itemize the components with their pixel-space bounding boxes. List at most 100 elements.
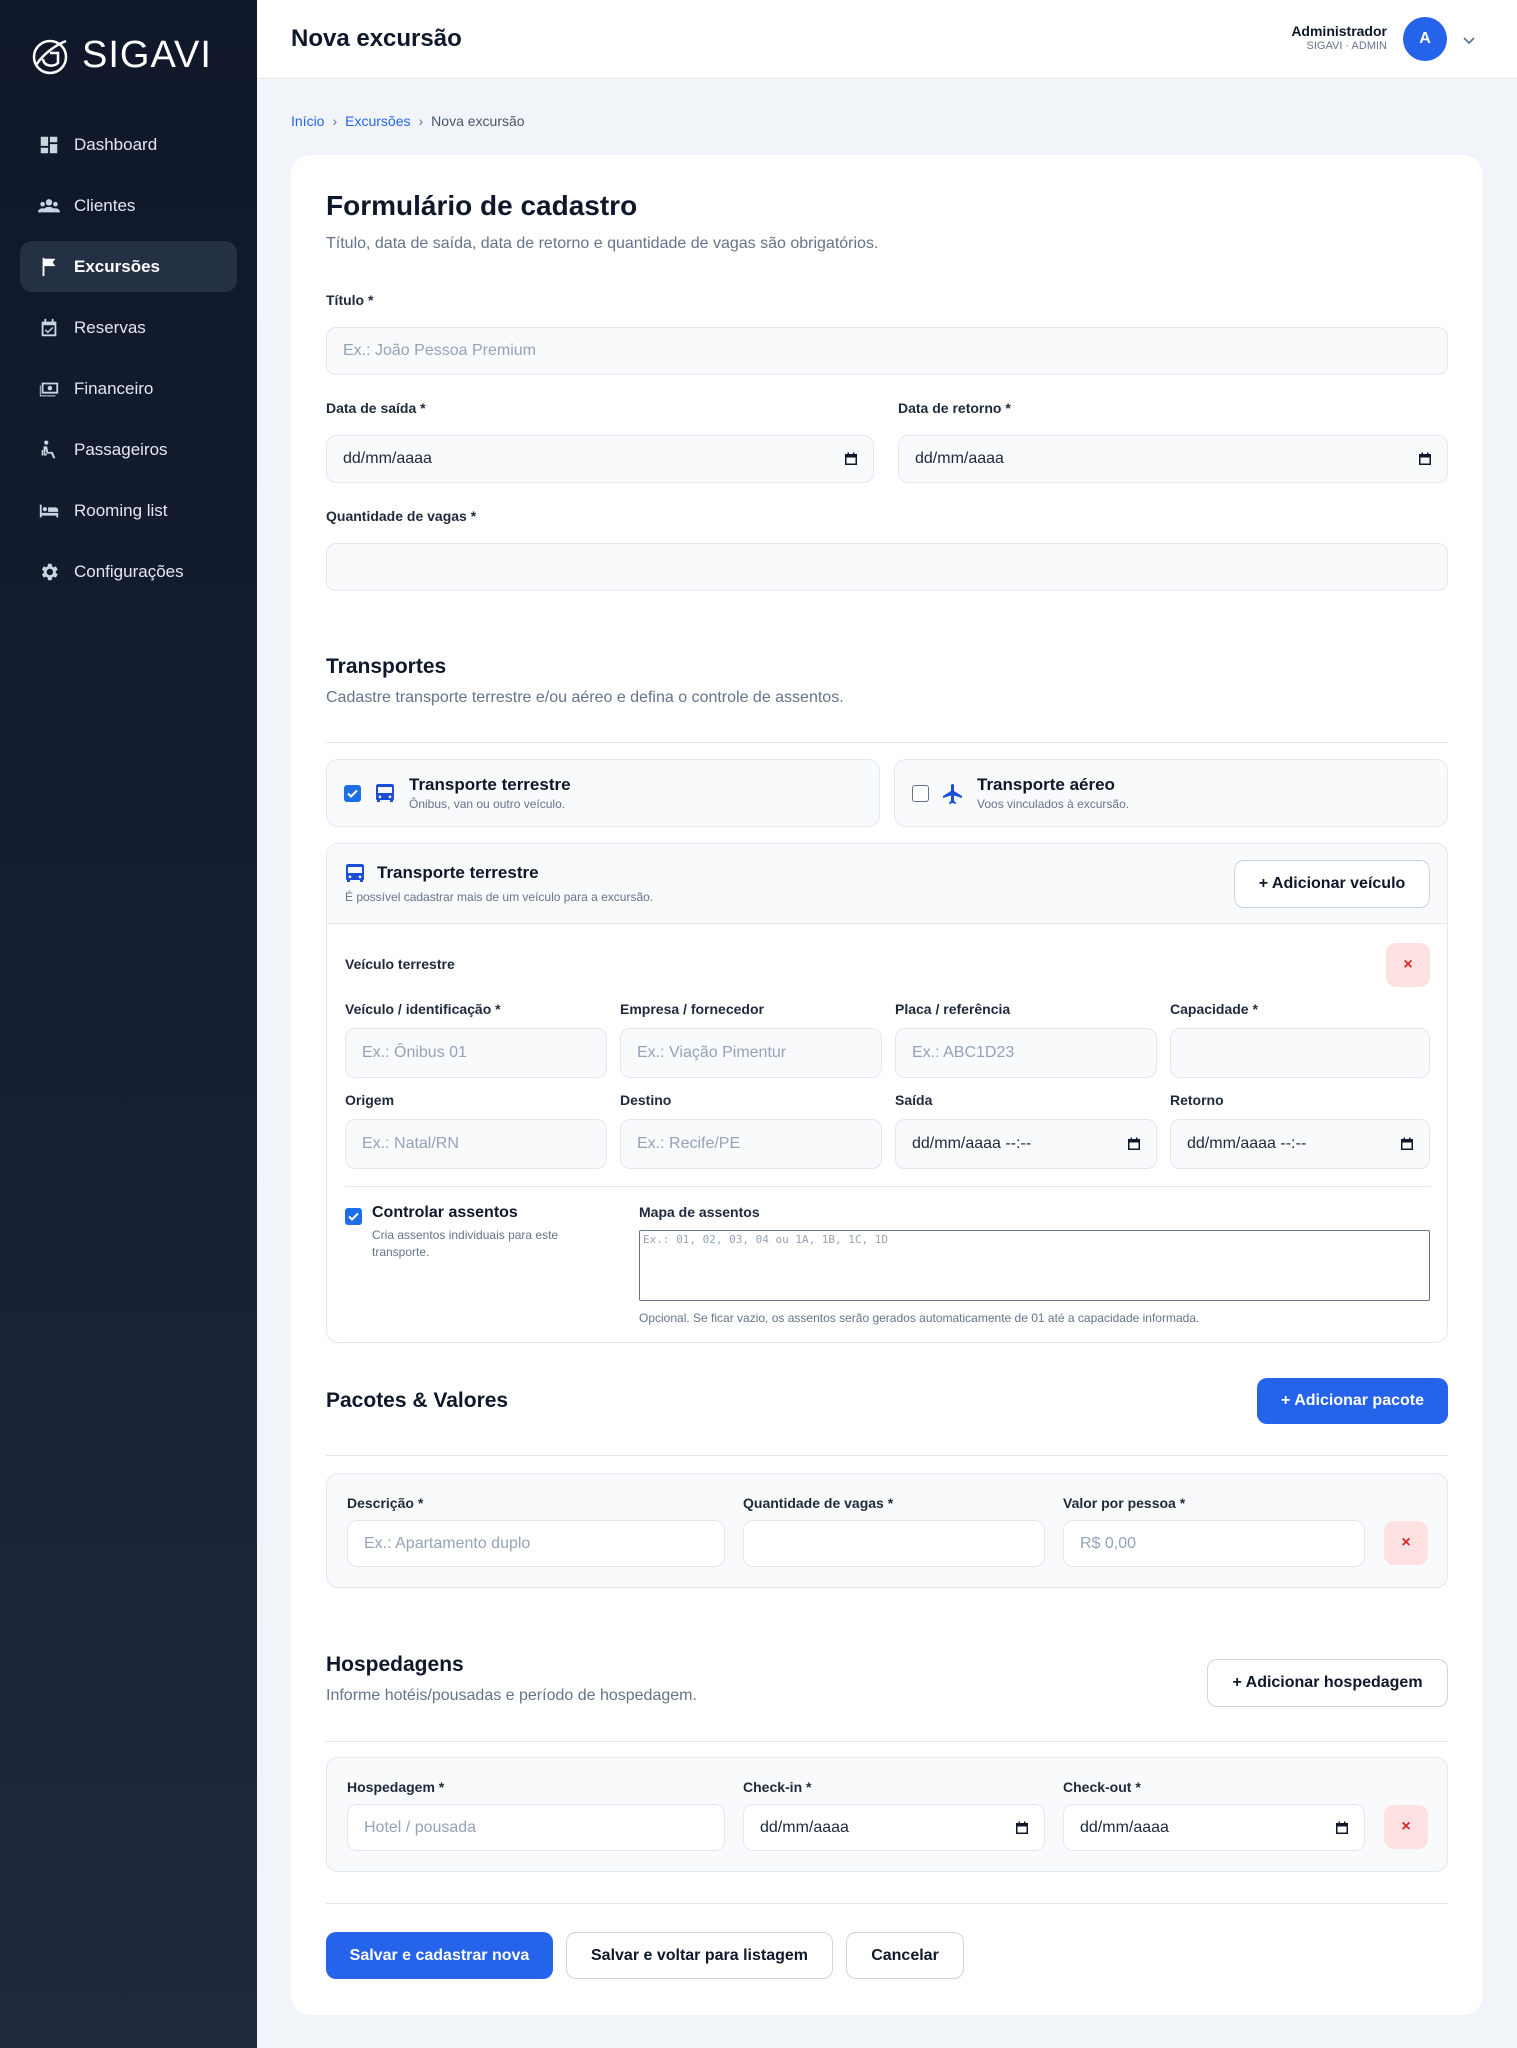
form-title: Formulário de cadastro	[326, 190, 638, 221]
sidebar-item-reservas[interactable]: Reservas	[20, 302, 237, 353]
calendar-check-icon	[38, 317, 60, 339]
terrestre-panel-title: Transporte terrestre	[377, 863, 539, 882]
hospedagens-title: Hospedagens	[326, 1653, 464, 1676]
titulo-label: Título *	[326, 292, 374, 308]
controlar-assentos-checkbox[interactable]	[345, 1208, 362, 1225]
sidebar-item-configuracoes[interactable]: Configurações	[20, 546, 237, 597]
gear-icon	[38, 561, 60, 583]
pacote-vagas-label: Quantidade de vagas *	[743, 1495, 894, 1511]
chevron-down-icon[interactable]	[1461, 32, 1477, 48]
add-vehicle-button[interactable]: + Adicionar veículo	[1234, 860, 1430, 908]
hospedagem-input[interactable]: Hotel / pousada	[347, 1804, 725, 1851]
breadcrumb-current: Nova excursão	[431, 113, 525, 129]
terrestre-checkbox[interactable]	[344, 785, 361, 802]
saida-label: Data de saída *	[326, 400, 426, 416]
breadcrumb-home[interactable]: Início	[291, 113, 324, 129]
calendar-icon[interactable]	[1126, 1136, 1142, 1152]
breadcrumb-separator: ›	[332, 113, 338, 129]
transportes-subtitle: Cadastre transporte terrestre e/ou aéreo…	[326, 689, 844, 706]
calendar-icon[interactable]	[843, 451, 859, 467]
remove-lodging-button[interactable]: ×	[1384, 1805, 1428, 1849]
sidebar-item-label: Configurações	[74, 561, 184, 581]
valor-input[interactable]: R$ 0,00	[1063, 1520, 1365, 1567]
page-title: Nova excursão	[291, 25, 462, 52]
calendar-icon[interactable]	[1417, 451, 1433, 467]
retorno-datetime-input[interactable]: dd/mm/aaaa --:--	[1170, 1119, 1430, 1169]
checkout-input[interactable]: dd/mm/aaaa	[1063, 1804, 1365, 1851]
destino-input[interactable]: Ex.: Recife/PE	[620, 1119, 882, 1169]
origem-placeholder: Ex.: Natal/RN	[362, 1135, 459, 1152]
bus-icon	[346, 864, 364, 882]
vagas-label: Quantidade de vagas *	[326, 508, 477, 524]
mapa-label: Mapa de assentos	[639, 1204, 760, 1220]
mapa-textarea[interactable]: Ex.: 01, 02, 03, 04 ou 1A, 1B, 1C, 1D	[639, 1230, 1430, 1301]
option-terrestre[interactable]: Transporte terrestre Ônibus, van ou outr…	[326, 759, 880, 827]
flag-icon	[38, 256, 60, 278]
checkout-value: dd/mm/aaaa	[1080, 1818, 1169, 1836]
sidebar-item-clientes[interactable]: Clientes	[20, 180, 237, 231]
sidebar-item-dashboard[interactable]: Dashboard	[20, 119, 237, 170]
checkin-label: Check-in *	[743, 1779, 812, 1795]
pacotes-title: Pacotes & Valores	[326, 1389, 509, 1412]
breadcrumb-separator: ›	[418, 113, 424, 129]
bed-icon	[38, 500, 60, 522]
data-saida-input[interactable]: dd/mm/aaaa	[326, 435, 874, 483]
add-package-button[interactable]: + Adicionar pacote	[1257, 1378, 1448, 1424]
veiculo-input[interactable]: Ex.: Ônibus 01	[345, 1028, 607, 1078]
airplane-icon	[943, 784, 962, 804]
sidebar-item-label: Excursões	[74, 256, 160, 276]
checkin-value: dd/mm/aaaa	[760, 1818, 849, 1836]
data-retorno-input[interactable]: dd/mm/aaaa	[898, 435, 1448, 483]
mapa-hint: Opcional. Se ficar vazio, os assentos se…	[639, 1311, 1200, 1325]
pacote-vagas-input[interactable]	[743, 1520, 1045, 1567]
empresa-placeholder: Ex.: Viação Pimentur	[637, 1044, 787, 1061]
sidebar-item-label: Financeiro	[74, 378, 154, 398]
brand-logo[interactable]: SIGAVI	[30, 34, 212, 77]
sidebar-item-excursoes[interactable]: Excursões	[20, 241, 237, 292]
save-new-button[interactable]: Salvar e cadastrar nova	[326, 1932, 553, 1979]
dashboard-icon	[38, 134, 60, 156]
aereo-sub: Voos vinculados à excursão.	[977, 797, 1130, 811]
passenger-icon	[38, 439, 60, 461]
save-back-button[interactable]: Salvar e voltar para listagem	[566, 1932, 833, 1979]
cancel-button[interactable]: Cancelar	[846, 1932, 964, 1979]
user-info[interactable]: Administrador SIGAVI · ADMIN	[1291, 23, 1387, 52]
aereo-title: Transporte aéreo	[977, 775, 1115, 794]
checkin-input[interactable]: dd/mm/aaaa	[743, 1804, 1045, 1851]
valor-label: Valor por pessoa *	[1063, 1495, 1186, 1511]
sidebar-item-label: Dashboard	[74, 134, 158, 154]
vagas-input[interactable]	[326, 543, 1448, 591]
remove-vehicle-button[interactable]: ×	[1386, 943, 1430, 987]
capacidade-label: Capacidade *	[1170, 1001, 1258, 1017]
sidebar-item-rooming-list[interactable]: Rooming list	[20, 485, 237, 536]
transportes-title: Transportes	[326, 655, 447, 678]
sidebar-item-financeiro[interactable]: Financeiro	[20, 363, 237, 414]
divider	[326, 1741, 1448, 1742]
origem-input[interactable]: Ex.: Natal/RN	[345, 1119, 607, 1169]
calendar-icon[interactable]	[1014, 1820, 1030, 1836]
placa-input[interactable]: Ex.: ABC1D23	[895, 1028, 1157, 1078]
saida-datetime-input[interactable]: dd/mm/aaaa --:--	[895, 1119, 1157, 1169]
capacidade-input[interactable]	[1170, 1028, 1430, 1078]
controlar-assentos-title: Controlar assentos	[372, 1204, 518, 1221]
terrestre-panel: Transporte terrestre É possível cadastra…	[326, 843, 1448, 1343]
form-subtitle: Título, data de saída, data de retorno e…	[326, 235, 879, 252]
empresa-input[interactable]: Ex.: Viação Pimentur	[620, 1028, 882, 1078]
vehicle-title: Veículo terrestre	[345, 956, 455, 972]
sidebar: SIGAVI Dashboard Clientes Excursões Rese…	[0, 0, 257, 2048]
breadcrumb-section[interactable]: Excursões	[345, 113, 410, 129]
calendar-icon[interactable]	[1334, 1820, 1350, 1836]
add-lodging-button[interactable]: + Adicionar hospedagem	[1207, 1659, 1448, 1707]
calendar-icon[interactable]	[1399, 1136, 1415, 1152]
user-role: SIGAVI · ADMIN	[1306, 40, 1387, 52]
origem-label: Origem	[345, 1092, 395, 1108]
avatar[interactable]: A	[1403, 17, 1447, 61]
sidebar-item-passageiros[interactable]: Passageiros	[20, 424, 237, 475]
descricao-input[interactable]: Ex.: Apartamento duplo	[347, 1520, 725, 1567]
aereo-checkbox[interactable]	[912, 785, 929, 802]
hospedagens-subtitle: Informe hotéis/pousadas e período de hos…	[326, 1687, 697, 1704]
titulo-input[interactable]: Ex.: João Pessoa Premium	[326, 327, 1448, 375]
option-aereo[interactable]: Transporte aéreo Voos vinculados à excur…	[894, 759, 1448, 827]
brand-name: SIGAVI	[82, 34, 212, 76]
remove-package-button[interactable]: ×	[1384, 1521, 1428, 1565]
